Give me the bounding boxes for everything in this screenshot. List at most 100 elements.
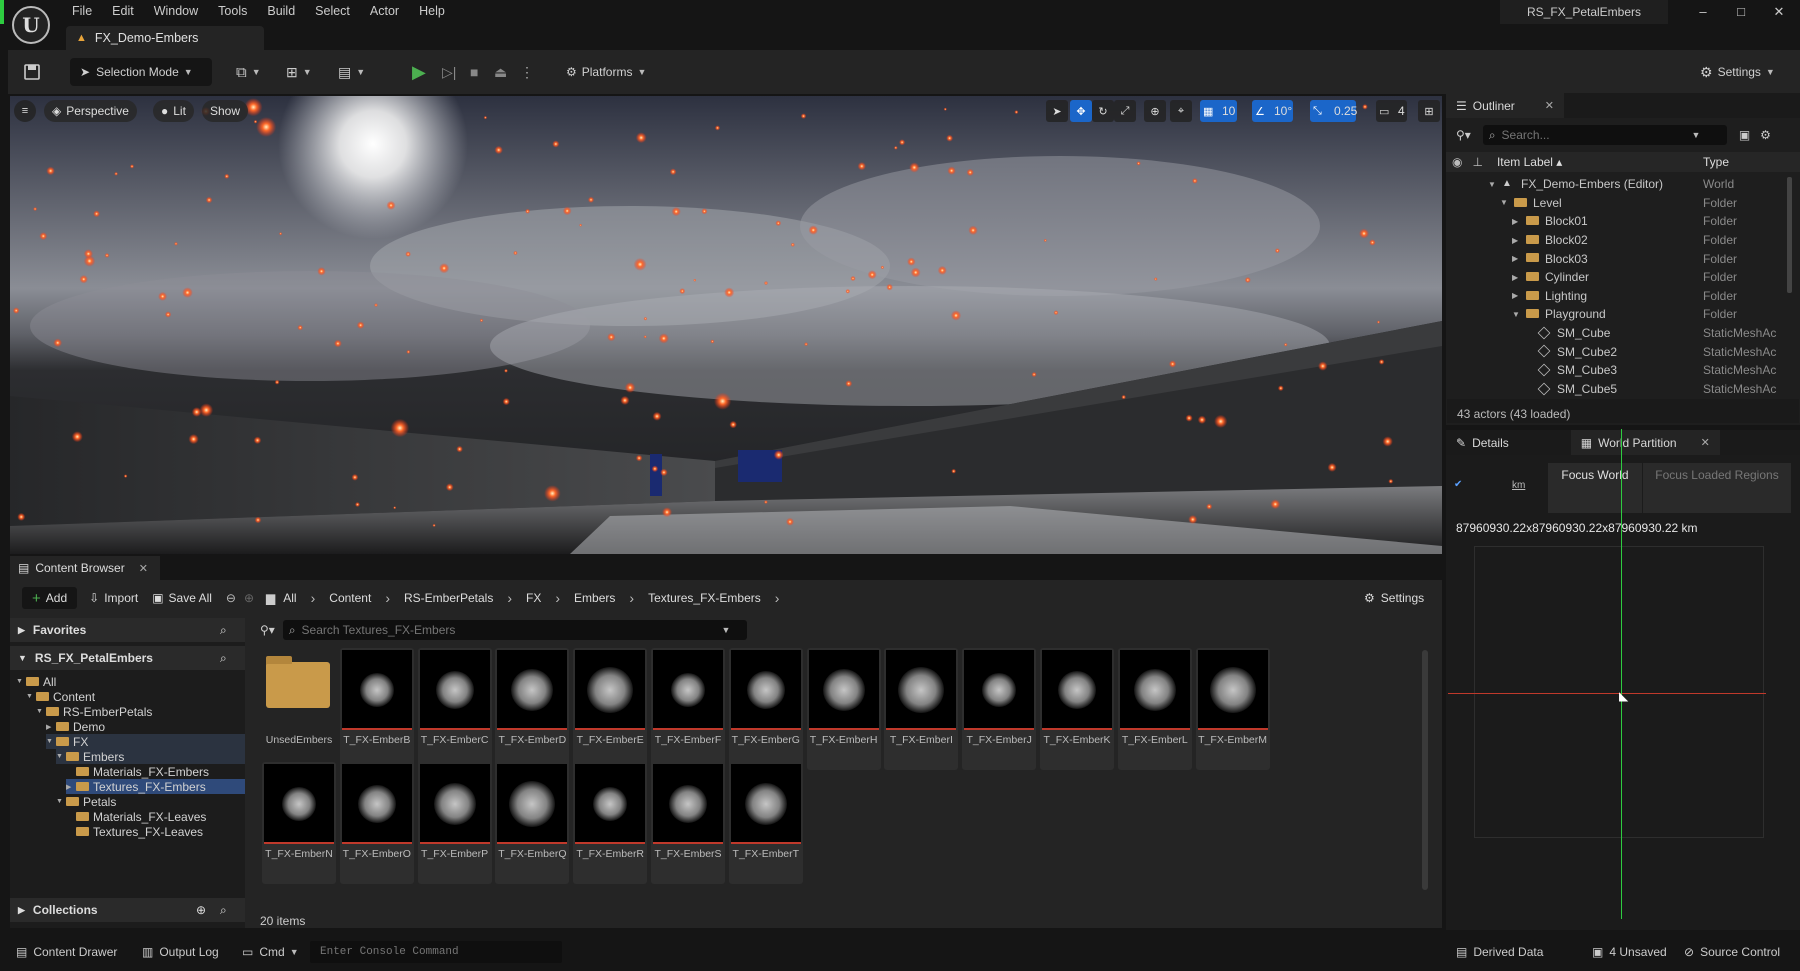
outliner-row[interactable]: ▼ Level Folder (1446, 194, 1786, 213)
search-icon[interactable]: ⌕ (220, 623, 227, 638)
chevron-right-icon[interactable]: ▶ (1512, 236, 1518, 245)
stop-button[interactable]: ■ (470, 58, 478, 86)
select-mode-icon[interactable]: ➤ (1046, 100, 1068, 122)
chevron-right-icon[interactable]: ▶ (1512, 254, 1518, 263)
outliner-row[interactable]: ▼ ▲ FX_Demo-Embers (Editor) World (1446, 175, 1786, 194)
breadcrumb-item[interactable]: Content (329, 591, 371, 605)
chevron-right-icon[interactable]: ▶ (1512, 273, 1518, 282)
folder-tree-item[interactable]: ▼ All (16, 674, 56, 689)
details-tab[interactable]: ✎ Details (1446, 430, 1519, 455)
unsaved-button[interactable]: ▣ 4 Unsaved (1592, 941, 1667, 963)
chevron-down-icon[interactable]: ▼ (56, 753, 66, 760)
folder-tree-item[interactable]: Materials_FX-Leaves (66, 809, 206, 824)
level-viewport[interactable]: ≡ ◈ Perspective ● Lit Show ➤ ✥ ↻ ⤢ ⊕ ⌖ ▦… (10, 96, 1442, 554)
maximize-button[interactable]: □ (1726, 4, 1756, 22)
folder-tree-item[interactable]: Textures_FX-Leaves (66, 824, 203, 839)
chevron-down-icon[interactable]: ▼ (722, 625, 731, 635)
asset-tile[interactable]: T_FX-EmberG (728, 648, 803, 770)
surface-snap-icon[interactable]: ⌖ (1170, 100, 1192, 122)
search-icon[interactable]: ⌕ (220, 903, 227, 918)
folder-tree-item[interactable]: ▼ Content (26, 689, 95, 704)
type-header[interactable]: Type (1703, 155, 1729, 169)
add-actor-button[interactable]: ⧉ ▼ (236, 58, 261, 86)
menu-file[interactable]: File (62, 0, 102, 22)
scale-icon[interactable]: ⤢ (1114, 100, 1136, 122)
asset-tile[interactable]: T_FX-EmberD (495, 648, 570, 770)
grid-snap-value[interactable]: 10 (1222, 104, 1235, 118)
add-folder-icon[interactable]: ▣ (1739, 128, 1750, 142)
asset-tile[interactable]: T_FX-EmberS (651, 762, 725, 884)
asset-tile[interactable]: T_FX-EmberN (262, 762, 336, 884)
outliner-search-input[interactable] (1501, 128, 1692, 142)
focus-loaded-regions-button[interactable]: Focus Loaded Regions (1643, 463, 1791, 513)
asset-scrollbar[interactable] (1422, 650, 1428, 890)
outliner-row[interactable]: SM_Cube5 StaticMeshAc (1446, 380, 1786, 399)
outliner-row[interactable]: SM_Cube2 StaticMeshAc (1446, 342, 1786, 361)
filter-icon[interactable]: ⚲▾ (260, 623, 275, 637)
eye-icon[interactable]: ◉ (1452, 155, 1462, 169)
breadcrumb-item[interactable]: FX (526, 591, 541, 605)
menu-window[interactable]: Window (144, 0, 208, 22)
chevron-right-icon[interactable]: › (555, 590, 560, 606)
asset-tile[interactable]: T_FX-EmberI (884, 648, 959, 770)
asset-tile[interactable]: T_FX-EmberB (339, 648, 414, 770)
chevron-right-icon[interactable]: ▶ (1512, 217, 1518, 226)
asset-tile[interactable]: T_FX-EmberM (1195, 648, 1270, 770)
breadcrumb-item[interactable]: Embers (574, 591, 615, 605)
folder-tree-item[interactable]: Materials_FX-Embers (66, 764, 209, 779)
close-icon[interactable]: ✕ (1545, 99, 1554, 112)
cmd-dropdown[interactable]: ▭ Cmd ▼ (242, 941, 299, 963)
checkbox[interactable]: ✔ (1454, 479, 1462, 490)
menu-build[interactable]: Build (257, 0, 305, 22)
chevron-right-icon[interactable]: › (311, 590, 316, 606)
import-button[interactable]: ⇩ Import (89, 591, 138, 605)
asset-tile[interactable]: T_FX-EmberT (728, 762, 803, 884)
chevron-right-icon[interactable]: ▶ (1512, 291, 1518, 300)
chevron-down-icon[interactable]: ▼ (1488, 180, 1496, 189)
chevron-right-icon[interactable]: ▶ (66, 783, 76, 791)
filter-icon[interactable]: ⚲▾ (1456, 128, 1471, 142)
camera-speed-value[interactable]: 4 (1398, 104, 1405, 118)
outliner-row[interactable]: SM_Cube StaticMeshAc (1446, 324, 1786, 343)
world-partition-tab[interactable]: ▦ World Partition ✕ (1570, 430, 1720, 455)
folder-tree-item[interactable]: ▼ Petals (56, 794, 116, 809)
rotate-icon[interactable]: ↻ (1092, 100, 1114, 122)
menu-select[interactable]: Select (305, 0, 360, 22)
close-icon[interactable]: ✕ (1701, 436, 1710, 449)
focus-world-button[interactable]: Focus World (1548, 463, 1642, 513)
minimize-button[interactable]: – (1688, 4, 1718, 22)
console-input[interactable] (320, 946, 556, 958)
output-log-button[interactable]: ▥ Output Log (142, 941, 219, 963)
play-button[interactable]: ▶ (412, 58, 426, 86)
outliner-row[interactable]: ▶ Block03 Folder (1446, 249, 1786, 268)
chevron-down-icon[interactable]: ▼ (1512, 310, 1520, 319)
asset-tile[interactable]: T_FX-EmberJ (962, 648, 1037, 770)
menu-edit[interactable]: Edit (102, 0, 144, 22)
asset-tile[interactable]: T_FX-EmberP (417, 762, 492, 884)
close-window-button[interactable]: ✕ (1764, 4, 1794, 22)
add-collection-icon[interactable]: ⊕ (196, 903, 206, 917)
outliner-search-box[interactable]: ⌕ ▼ (1482, 125, 1727, 145)
chevron-right-icon[interactable]: › (507, 590, 512, 606)
world-partition-minimap[interactable]: ◣ (1448, 429, 1766, 919)
asset-tile[interactable]: T_FX-EmberQ (495, 762, 570, 884)
forward-icon[interactable]: ⊕ (244, 591, 254, 605)
asset-tile[interactable]: T_FX-EmberH (806, 648, 881, 770)
selection-mode-dropdown[interactable]: ➤ Selection Mode ▼ (70, 58, 212, 86)
rotation-snap-value[interactable]: 10° (1274, 104, 1292, 118)
asset-tile[interactable]: T_FX-EmberK (1040, 648, 1114, 770)
breadcrumb-item[interactable]: All (283, 591, 296, 605)
level-tab[interactable]: ▲ FX_Demo-Embers (66, 26, 264, 50)
play-options-button[interactable]: ⋮ (520, 58, 534, 86)
folder-tree-item[interactable]: ▼ FX (46, 734, 245, 749)
chevron-down-icon[interactable]: ▼ (16, 678, 26, 685)
chevron-down-icon[interactable]: ▼ (26, 693, 36, 700)
breadcrumb-item[interactable]: RS-EmberPetals (404, 591, 493, 605)
layout-icon[interactable]: ⊞ (1418, 100, 1440, 122)
chevron-down-icon[interactable]: ▼ (56, 798, 66, 805)
outliner-row[interactable]: ▶ Cylinder Folder (1446, 268, 1786, 287)
asset-search-box[interactable]: ⌕ ▼ (282, 620, 747, 640)
gear-icon[interactable]: ⚙ (1760, 128, 1771, 142)
pin-icon[interactable]: ⊥ (1472, 155, 1482, 169)
outliner-row[interactable]: ▶ Lighting Folder (1446, 287, 1786, 306)
